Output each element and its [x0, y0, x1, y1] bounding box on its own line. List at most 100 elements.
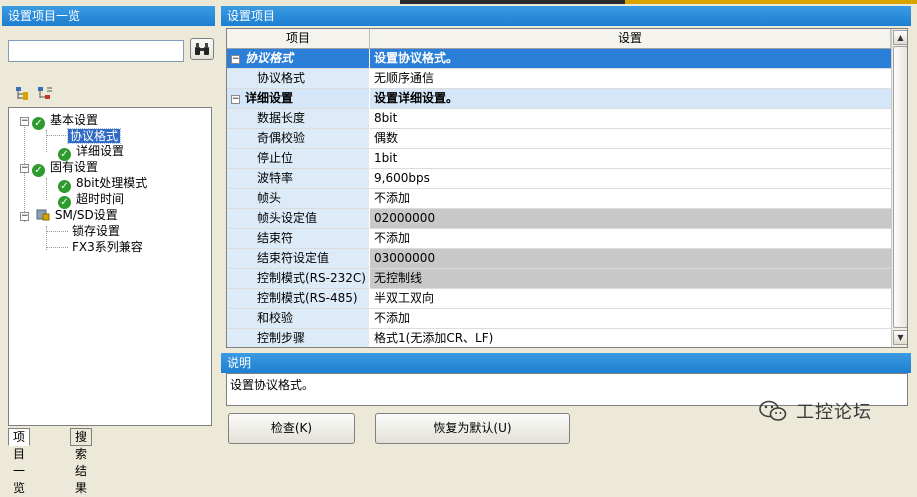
- table-row[interactable]: 停止位 1bit: [227, 149, 891, 169]
- collapse-icon[interactable]: −: [20, 117, 29, 126]
- tab-item-list[interactable]: 项目一览: [8, 428, 31, 495]
- tree-node-timeout[interactable]: ✓ 超时时间: [58, 191, 126, 209]
- scroll-thumb[interactable]: [893, 46, 907, 328]
- row-item-text: 控制模式(RS-485): [257, 291, 358, 305]
- row-setting-value[interactable]: 8bit: [370, 109, 891, 129]
- vertical-scrollbar[interactable]: ▲ ▼: [891, 29, 907, 347]
- scroll-up-icon[interactable]: ▲: [893, 30, 907, 45]
- row-item-text: 奇偶校验: [257, 131, 306, 145]
- table-row[interactable]: 帧头 不添加: [227, 189, 891, 209]
- tab-search-results[interactable]: 搜索结果: [70, 428, 93, 495]
- row-setting-value[interactable]: 9,600bps: [370, 169, 891, 189]
- table-row[interactable]: 控制步骤 格式1(无添加CR、LF): [227, 329, 891, 347]
- row-item-label: 帧头: [227, 189, 369, 209]
- row-setting-value[interactable]: 无顺序通信: [370, 69, 891, 89]
- table-row[interactable]: 数据长度 8bit: [227, 109, 891, 129]
- table-row[interactable]: 控制模式(RS-485) 半双工双向: [227, 289, 891, 309]
- collapse-icon[interactable]: −: [20, 212, 29, 221]
- row-setting-value[interactable]: 1bit: [370, 149, 891, 169]
- tree-connector: [46, 178, 47, 200]
- tree-connector: [46, 247, 68, 248]
- row-setting-value[interactable]: 不添加: [370, 309, 891, 329]
- tree-node-basic[interactable]: − ✓ 基本设置: [20, 112, 100, 130]
- table-row[interactable]: 结束符设定值 03000000: [227, 249, 891, 269]
- row-item-label: 结束符: [227, 229, 369, 249]
- tree-node-8bit-mode[interactable]: ✓ 8bit处理模式: [58, 175, 149, 193]
- row-item-text: 结束符: [257, 231, 294, 245]
- checkmark-icon: ✓: [32, 117, 45, 130]
- collapse-icon[interactable]: −: [20, 164, 29, 173]
- row-setting-value[interactable]: 无控制线: [370, 269, 891, 289]
- table-row[interactable]: − 详细设置 设置详细设置。: [227, 89, 891, 109]
- tree-connector: [46, 130, 47, 152]
- settings-tree: − ✓ 基本设置 协议格式 ✓ 详细设置 − ✓ 固有设置 ✓ 8bit处理模式 ✓ 超时时间…: [8, 107, 212, 426]
- table-row[interactable]: 控制模式(RS-232C) 无控制线: [227, 269, 891, 289]
- tree-node-latch[interactable]: 锁存设置: [70, 223, 122, 239]
- row-item-text: 停止位: [257, 151, 294, 165]
- tree-node-protocol[interactable]: 协议格式: [66, 128, 122, 144]
- row-setting-value[interactable]: 格式1(无添加CR、LF): [370, 329, 891, 347]
- row-item-label: 波特率: [227, 169, 369, 189]
- tree-node-fx3[interactable]: FX3系列兼容: [70, 239, 145, 255]
- description-panel-title: 说明: [221, 353, 911, 373]
- tree-connector: [46, 135, 66, 136]
- settings-grid: 项目 设置 − 协议格式 设置协议格式。 协议格式 无顺序通信 − 详细设置 设置详细设置。数…: [226, 28, 908, 348]
- tree-node-detail[interactable]: ✓ 详细设置: [58, 143, 126, 161]
- row-item-label: 控制步骤: [227, 329, 369, 347]
- row-item-label: 和校验: [227, 309, 369, 329]
- table-row[interactable]: 奇偶校验 偶数: [227, 129, 891, 149]
- row-item-text: 帧头设定值: [257, 211, 318, 225]
- collapse-tree-icon[interactable]: [36, 85, 54, 103]
- row-item-label: − 详细设置: [227, 89, 369, 109]
- row-setting-value[interactable]: 03000000: [370, 249, 891, 269]
- tree-node-smsd[interactable]: − SM/SD设置: [20, 207, 120, 223]
- checkmark-icon: ✓: [32, 164, 45, 177]
- table-row[interactable]: 波特率 9,600bps: [227, 169, 891, 189]
- tree-toolbar: [8, 82, 212, 106]
- top-strip-gold: [625, 0, 917, 4]
- device-settings-icon: [36, 209, 50, 221]
- tree-node-fixed[interactable]: − ✓ 固有设置: [20, 159, 100, 177]
- left-panel-title: 设置项目一览: [2, 6, 215, 26]
- search-button[interactable]: [190, 38, 214, 60]
- column-header-setting[interactable]: 设置: [370, 29, 891, 49]
- row-setting-value[interactable]: 不添加: [370, 189, 891, 209]
- row-item-label: 数据长度: [227, 109, 369, 129]
- row-item-text: 帧头: [257, 191, 282, 205]
- expand-tree-icon[interactable]: [14, 85, 32, 103]
- row-item-text: 控制模式(RS-232C): [257, 271, 366, 285]
- table-row[interactable]: 协议格式 无顺序通信: [227, 69, 891, 89]
- row-setting-value[interactable]: 不添加: [370, 229, 891, 249]
- row-item-text: 数据长度: [257, 111, 306, 125]
- row-setting-value[interactable]: 设置协议格式。: [370, 49, 891, 69]
- row-setting-value[interactable]: 02000000: [370, 209, 891, 229]
- table-row[interactable]: 和校验 不添加: [227, 309, 891, 329]
- search-input[interactable]: [8, 40, 184, 62]
- row-item-text: 波特率: [257, 171, 294, 185]
- wechat-icon: [759, 400, 787, 421]
- row-setting-value[interactable]: 偶数: [370, 129, 891, 149]
- table-row[interactable]: − 协议格式 设置协议格式。: [227, 49, 891, 69]
- column-header-item[interactable]: 项目: [227, 29, 370, 49]
- settings-panel-title: 设置项目: [221, 6, 911, 26]
- row-setting-value[interactable]: 设置详细设置。: [370, 89, 891, 109]
- restore-default-button[interactable]: 恢复为默认(U): [375, 413, 570, 444]
- row-item-label: 协议格式: [227, 69, 369, 89]
- check-button[interactable]: 检查(K): [228, 413, 355, 444]
- table-row[interactable]: 结束符 不添加: [227, 229, 891, 249]
- row-setting-value[interactable]: 半双工双向: [370, 289, 891, 309]
- row-item-text: 详细设置: [245, 91, 294, 105]
- collapse-icon[interactable]: −: [231, 55, 240, 64]
- watermark-text: 工控论坛: [796, 402, 872, 423]
- row-item-text: 协议格式: [257, 71, 306, 85]
- top-strip-dark: [400, 0, 625, 4]
- watermark: 工控论坛: [758, 396, 872, 426]
- scroll-down-icon[interactable]: ▼: [893, 330, 907, 345]
- row-item-label: 控制模式(RS-232C): [227, 269, 369, 289]
- row-item-label: 停止位: [227, 149, 369, 169]
- window-top-strip: [0, 0, 917, 5]
- collapse-icon[interactable]: −: [231, 95, 240, 104]
- table-row[interactable]: 帧头设定值 02000000: [227, 209, 891, 229]
- row-item-text: 控制步骤: [257, 331, 306, 345]
- row-item-text: 协议格式: [245, 51, 294, 65]
